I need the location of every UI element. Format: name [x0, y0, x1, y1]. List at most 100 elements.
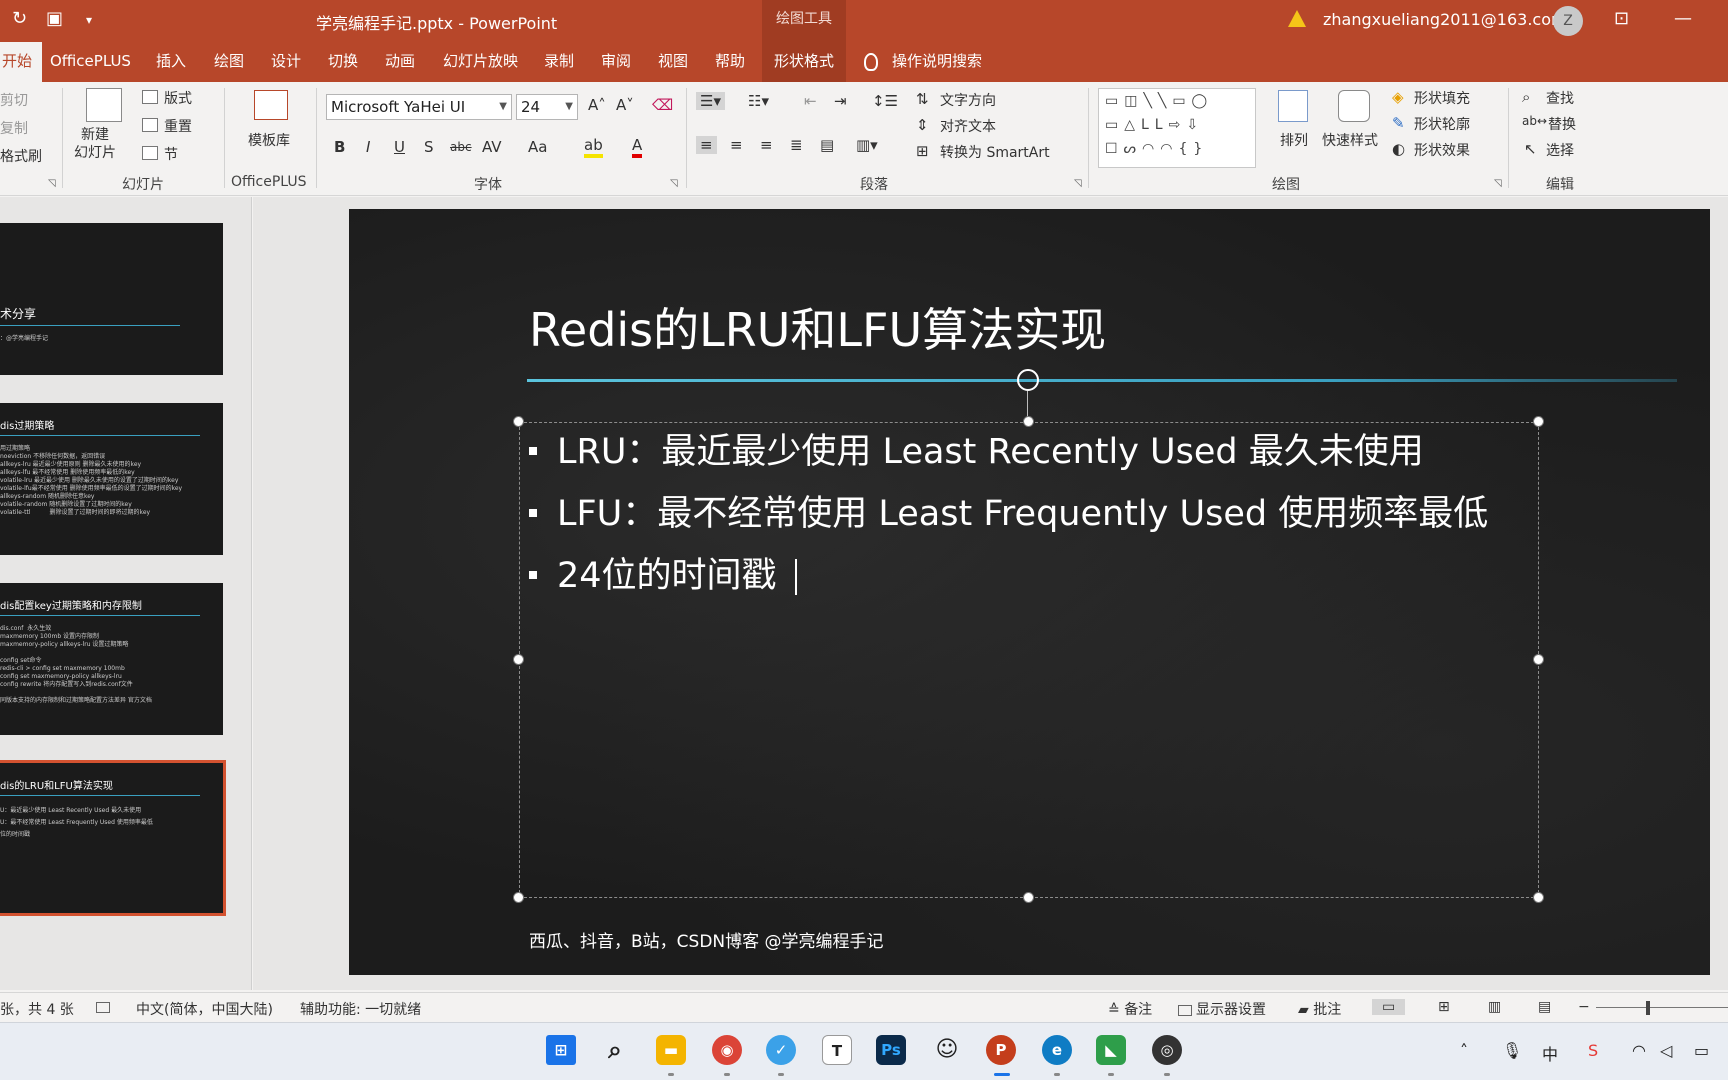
tab-officeplus[interactable]: OfficePLUS [48, 42, 133, 82]
present-icon[interactable]: ▣ [46, 8, 63, 29]
warning-icon[interactable] [1288, 10, 1306, 27]
microphone-icon[interactable]: 🎙 [1502, 1041, 1522, 1060]
powerpoint-icon[interactable]: P [986, 1035, 1016, 1065]
resize-handle[interactable] [1533, 416, 1544, 427]
shape-effects-button[interactable]: 形状效果 [1414, 140, 1470, 160]
quick-styles-icon[interactable] [1338, 90, 1370, 122]
template-library-icon[interactable] [254, 90, 288, 120]
shrink-font-icon[interactable]: A˅ [616, 96, 634, 114]
typora-icon[interactable]: T [822, 1035, 852, 1065]
paragraph-launcher-icon[interactable]: ◹ [1074, 178, 1082, 189]
slideshow-view-icon[interactable]: ▤ [1538, 999, 1551, 1015]
italic-button[interactable]: I [366, 138, 370, 156]
start-icon[interactable]: ⊞ [546, 1035, 576, 1065]
bullet-item[interactable]: 24位的时间戳 [529, 547, 797, 598]
font-color-button[interactable]: A [632, 136, 643, 158]
file-explorer-icon[interactable]: ▬ [656, 1035, 686, 1065]
slide-canvas[interactable]: Redis的LRU和LFU算法实现 LRU：最近最少使用 Least Recen… [349, 209, 1710, 975]
clipboard-launcher-icon[interactable]: ◹ [48, 178, 56, 189]
obs-icon[interactable]: ◎ [1152, 1035, 1182, 1065]
display-settings-button[interactable]: 显示器设置 [1178, 999, 1266, 1019]
slide-thumbnail-2[interactable]: dis过期策略 用过期策略 noeviction 不移除任何数据，返回错误 al… [0, 403, 223, 555]
justify-icon[interactable]: ≣ [790, 136, 803, 154]
accessibility-status[interactable]: 辅助功能: 一切就绪 [300, 999, 421, 1019]
tab-home[interactable]: 开始 [0, 42, 43, 82]
align-left-icon[interactable]: ≡ [696, 136, 717, 154]
sogou-icon[interactable]: S [1588, 1041, 1598, 1060]
minimize-button[interactable]: — [1674, 8, 1692, 29]
vscode-icon[interactable]: ✓ [766, 1035, 796, 1065]
resize-handle[interactable] [513, 416, 524, 427]
align-right-icon[interactable]: ≡ [760, 136, 773, 154]
text-direction-button[interactable]: 文字方向 [940, 90, 996, 110]
underline-button[interactable]: U [394, 138, 405, 156]
tab-design[interactable]: 设计 [269, 42, 303, 82]
tab-draw[interactable]: 绘图 [212, 42, 246, 82]
battery-icon[interactable]: ▭ [1694, 1041, 1709, 1060]
font-launcher-icon[interactable]: ◹ [670, 178, 678, 189]
bold-button[interactable]: B [334, 138, 345, 156]
resize-handle[interactable] [513, 892, 524, 903]
show-hidden-icons-icon[interactable]: ˄ [1460, 1041, 1468, 1060]
volume-icon[interactable]: ◁ [1660, 1041, 1672, 1060]
search-icon[interactable]: ⌕ [600, 1035, 630, 1065]
ribbon-display-icon[interactable]: ⊡ [1614, 8, 1629, 29]
new-slide-icon[interactable] [86, 88, 122, 122]
bullet-item[interactable]: LRU：最近最少使用 Least Recently Used 最久未使用 [529, 423, 1424, 474]
edge-icon[interactable]: e [1042, 1035, 1072, 1065]
slide-thumbnail-3[interactable]: dis配置key过期策略和内存限制 dis.conf 永久生效 maxmemor… [0, 583, 223, 735]
drawing-launcher-icon[interactable]: ◹ [1494, 178, 1502, 189]
avatar[interactable]: Z [1553, 6, 1583, 36]
shapes-gallery[interactable]: ▭◫╲╲▭◯ ▭△ᒪᒪ⇨⇩ ☐ᔕ◠◠{} [1098, 88, 1256, 168]
shape-fill-button[interactable]: 形状填充 [1414, 88, 1470, 108]
comments-button[interactable]: ▰ 批注 [1298, 999, 1341, 1019]
shadow-button[interactable]: S [424, 138, 434, 156]
select-button[interactable]: 选择 [1546, 140, 1574, 160]
character-spacing-button[interactable]: AV [482, 138, 502, 156]
autosave-icon[interactable]: ↻ [12, 8, 27, 29]
replace-button[interactable]: 替换 [1548, 114, 1576, 134]
bullet-item[interactable]: LFU：最不经常使用 Least Frequently Used 使用频率最低 [529, 485, 1488, 536]
align-center-icon[interactable]: ≡ [730, 136, 743, 154]
app-icon[interactable]: ◣ [1096, 1035, 1126, 1065]
ime-indicator[interactable]: 中 [1542, 1041, 1558, 1065]
highlight-icon[interactable]: ab [584, 136, 603, 158]
photoshop-icon[interactable]: Ps [876, 1035, 906, 1065]
reset-button[interactable]: 重置 [164, 116, 192, 136]
slide-sorter-icon[interactable]: ⊞ [1438, 999, 1450, 1015]
tab-record[interactable]: 录制 [542, 42, 576, 82]
template-library-button[interactable]: 模板库 [248, 130, 290, 150]
tab-transitions[interactable]: 切换 [326, 42, 360, 82]
bullets-icon[interactable]: ☰▾ [696, 92, 725, 110]
strikethrough-button[interactable]: abc [450, 140, 472, 154]
tab-insert[interactable]: 插入 [154, 42, 188, 82]
arrange-button[interactable]: 排列 [1280, 130, 1308, 150]
layout-button[interactable]: 版式 [164, 88, 192, 108]
tab-shape-format[interactable]: 形状格式 [762, 42, 847, 82]
columns-icon[interactable]: ▥▾ [856, 136, 878, 154]
arrange-icon[interactable] [1278, 90, 1308, 122]
tab-help[interactable]: 帮助 [713, 42, 747, 82]
slide-footer[interactable]: 西瓜、抖音，B站，CSDN博客 @学亮编程手记 [529, 927, 884, 952]
resize-handle[interactable] [1023, 892, 1034, 903]
slide-thumbnail-4[interactable]: dis的LRU和LFU算法实现 U：最近最少使用 Least Recently … [0, 760, 226, 916]
font-family-select[interactable]: Microsoft YaHei UI ▼ [326, 94, 512, 120]
slide-thumbnail-1[interactable]: 术分享 ：@学亮编程手记 [0, 223, 223, 375]
wifi-icon[interactable]: ◠ [1632, 1041, 1646, 1060]
resize-handle[interactable] [1533, 654, 1544, 665]
format-painter-button[interactable]: 格式刷 [0, 146, 42, 166]
reading-view-icon[interactable]: ▥ [1488, 999, 1501, 1015]
cut-button[interactable]: 剪切 [0, 90, 28, 110]
copy-button[interactable]: 复制 [0, 118, 28, 138]
resize-handle[interactable] [513, 654, 524, 665]
chrome-icon[interactable]: ◉ [712, 1035, 742, 1065]
zoom-slider[interactable] [1596, 1007, 1728, 1008]
zoom-out-icon[interactable]: − [1578, 999, 1590, 1015]
tab-animations[interactable]: 动画 [383, 42, 417, 82]
tab-review[interactable]: 审阅 [599, 42, 633, 82]
resize-handle[interactable] [1533, 892, 1544, 903]
new-slide-button[interactable]: 新建 幻灯片 [74, 126, 116, 162]
quick-styles-button[interactable]: 快速样式 [1322, 130, 1378, 150]
change-case-button[interactable]: Aa [528, 138, 547, 156]
emoji-icon[interactable]: ☺ [932, 1035, 962, 1065]
